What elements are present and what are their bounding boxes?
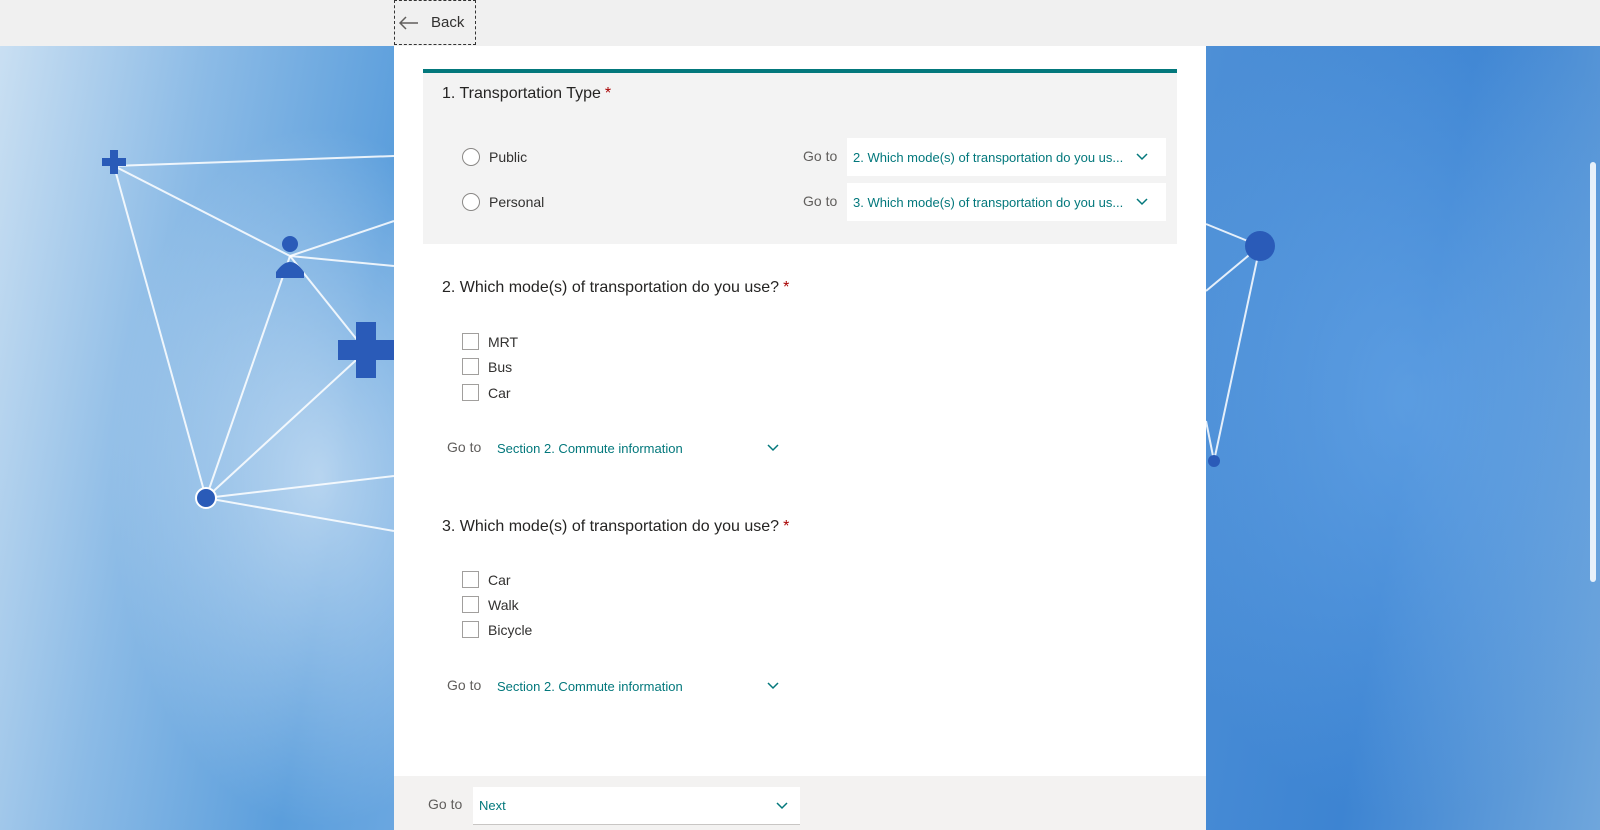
option-label: Personal [489,194,545,210]
branch-select-personal[interactable]: 3. Which mode(s) of transportation do yo… [847,183,1166,221]
back-label: Back [431,14,465,31]
goto-label: Go to [803,148,838,164]
top-bar: Back [0,0,1600,46]
arrow-left-icon [399,15,418,30]
question-text: Transportation Type [459,85,601,102]
question-number: 3. [442,518,456,535]
checkbox-option-bus[interactable]: Bus [462,358,512,375]
required-marker: * [604,85,612,102]
option-label: Bicycle [488,621,533,638]
branch-select-value: Section 2. Commute information [497,440,683,456]
option-label: Car [488,571,511,588]
radio-option-public[interactable]: Public [462,148,527,166]
required-marker: * [783,518,790,535]
chevron-down-icon [767,444,779,452]
question-3-title: 3. Which mode(s) of transportation do yo… [442,518,789,536]
branch-select-question-3[interactable]: Section 2. Commute information [497,675,783,697]
checkbox[interactable] [462,333,479,350]
checkbox[interactable] [462,571,479,588]
back-button[interactable]: Back [394,0,476,45]
branch-select-question-2[interactable]: Section 2. Commute information [497,437,783,459]
checkbox-option-car[interactable]: Car [462,571,511,588]
question-1-title: 1. Transportation Type * [442,85,611,103]
checkbox-option-bicycle[interactable]: Bicycle [462,621,532,638]
question-number: 1. [442,85,456,102]
checkbox-option-walk[interactable]: Walk [462,596,519,613]
option-label: Walk [488,596,519,613]
required-marker: * [783,279,790,296]
checkbox-option-mrt[interactable]: MRT [462,333,518,350]
option-label: Public [489,149,528,165]
branch-select-public[interactable]: 2. Which mode(s) of transportation do yo… [847,138,1166,176]
question-text: Which mode(s) of transportation do you u… [459,518,780,535]
radio-button[interactable] [462,193,480,211]
goto-label: Go to [447,439,482,455]
checkbox[interactable] [462,358,479,375]
question-number: 2. [442,279,456,296]
branch-select-value: 3. Which mode(s) of transportation do yo… [853,194,1124,210]
option-label: MRT [488,333,519,350]
checkbox[interactable] [462,621,479,638]
option-label: Bus [488,358,513,375]
checkbox[interactable] [462,384,479,401]
goto-label: Go to [447,677,482,693]
scrollbar-thumb[interactable] [1590,162,1596,582]
chevron-down-icon [1136,153,1148,161]
radio-button[interactable] [462,148,480,166]
chevron-down-icon [767,682,779,690]
branch-select-value: Next [479,798,506,813]
section-branch-select[interactable]: Next [473,787,800,825]
chevron-down-icon [1136,198,1148,206]
branch-select-value: 2. Which mode(s) of transportation do yo… [853,149,1124,165]
question-text: Which mode(s) of transportation do you u… [459,279,780,296]
goto-label: Go to [803,193,838,209]
branch-select-value: Section 2. Commute information [497,678,683,694]
radio-option-personal[interactable]: Personal [462,193,544,211]
option-label: Car [488,384,511,401]
chevron-down-icon [776,801,788,809]
goto-label: Go to [428,796,463,812]
page-scrollbar[interactable] [1586,46,1600,830]
checkbox-option-car[interactable]: Car [462,384,511,401]
question-2-title: 2. Which mode(s) of transportation do yo… [442,279,789,297]
checkbox[interactable] [462,596,479,613]
